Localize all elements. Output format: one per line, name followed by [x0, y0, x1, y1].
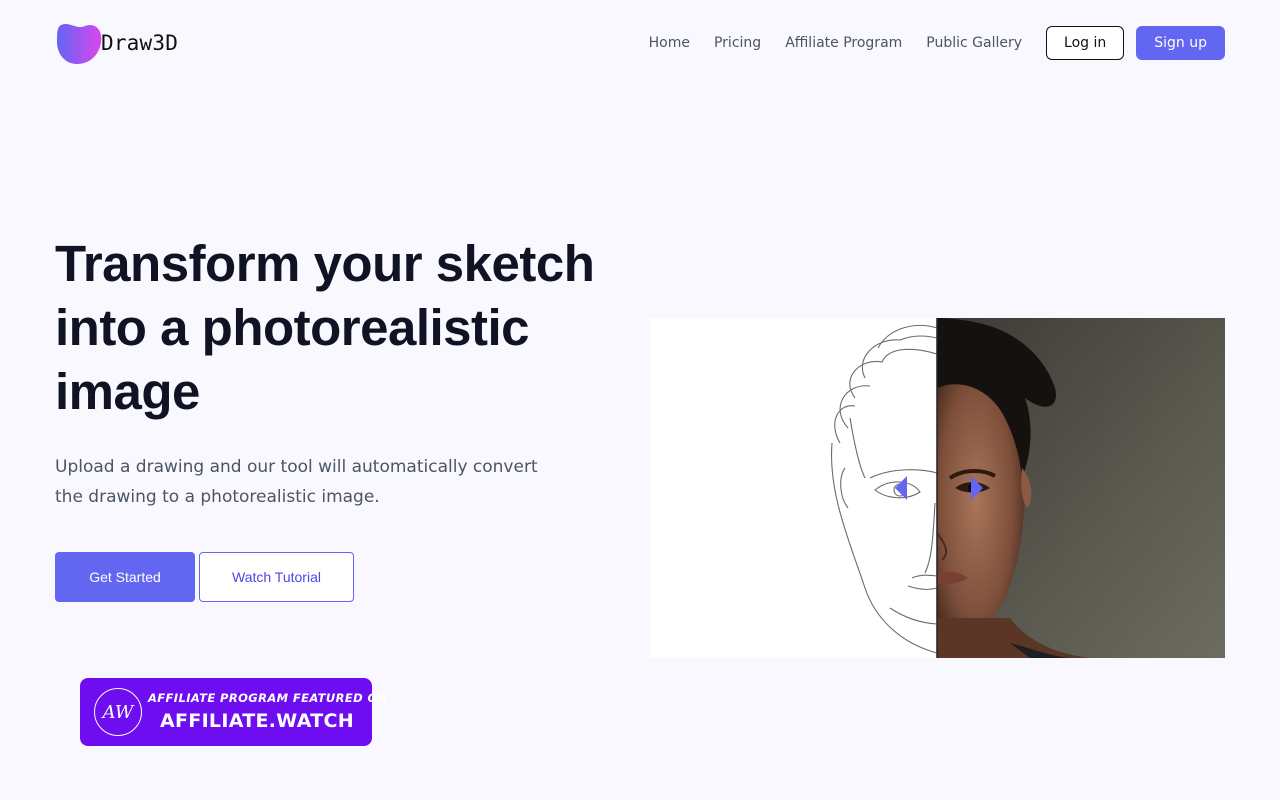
- badge-bottom-text: AFFILIATE.WATCH: [160, 710, 354, 732]
- nav-public-gallery[interactable]: Public Gallery: [926, 35, 1022, 51]
- affiliate-watch-logo: AW: [94, 688, 142, 736]
- brand-name: Draw3D: [101, 31, 179, 55]
- nav-pricing[interactable]: Pricing: [714, 35, 761, 51]
- chevron-left-icon[interactable]: [893, 475, 909, 501]
- nav-affiliate-program[interactable]: Affiliate Program: [785, 35, 902, 51]
- hero-title: Transform your sketch into a photorealis…: [55, 235, 595, 420]
- login-button[interactable]: Log in: [1046, 26, 1125, 60]
- comparison-image: [650, 318, 1225, 658]
- sketch-photo-comparison[interactable]: [650, 318, 1225, 658]
- site-header: Draw3D Home Pricing Affiliate Program Pu…: [0, 0, 1280, 86]
- badge-top-text: AFFILIATE PROGRAM FEATURED ON: [148, 691, 388, 705]
- brand-logo[interactable]: Draw3D: [55, 22, 178, 64]
- nav-home[interactable]: Home: [649, 35, 690, 51]
- affiliate-watch-badge[interactable]: AW AFFILIATE PROGRAM FEATURED ON AFFILIA…: [80, 678, 388, 746]
- signup-button[interactable]: Sign up: [1136, 26, 1225, 60]
- watch-tutorial-button[interactable]: Watch Tutorial: [199, 552, 354, 602]
- get-started-button[interactable]: Get Started: [55, 552, 195, 602]
- chevron-right-icon[interactable]: [969, 475, 985, 501]
- hero-subtitle: Upload a drawing and our tool will autom…: [55, 457, 538, 507]
- logo-blob-icon: [57, 23, 102, 64]
- main-nav: Home Pricing Affiliate Program Public Ga…: [649, 26, 1225, 60]
